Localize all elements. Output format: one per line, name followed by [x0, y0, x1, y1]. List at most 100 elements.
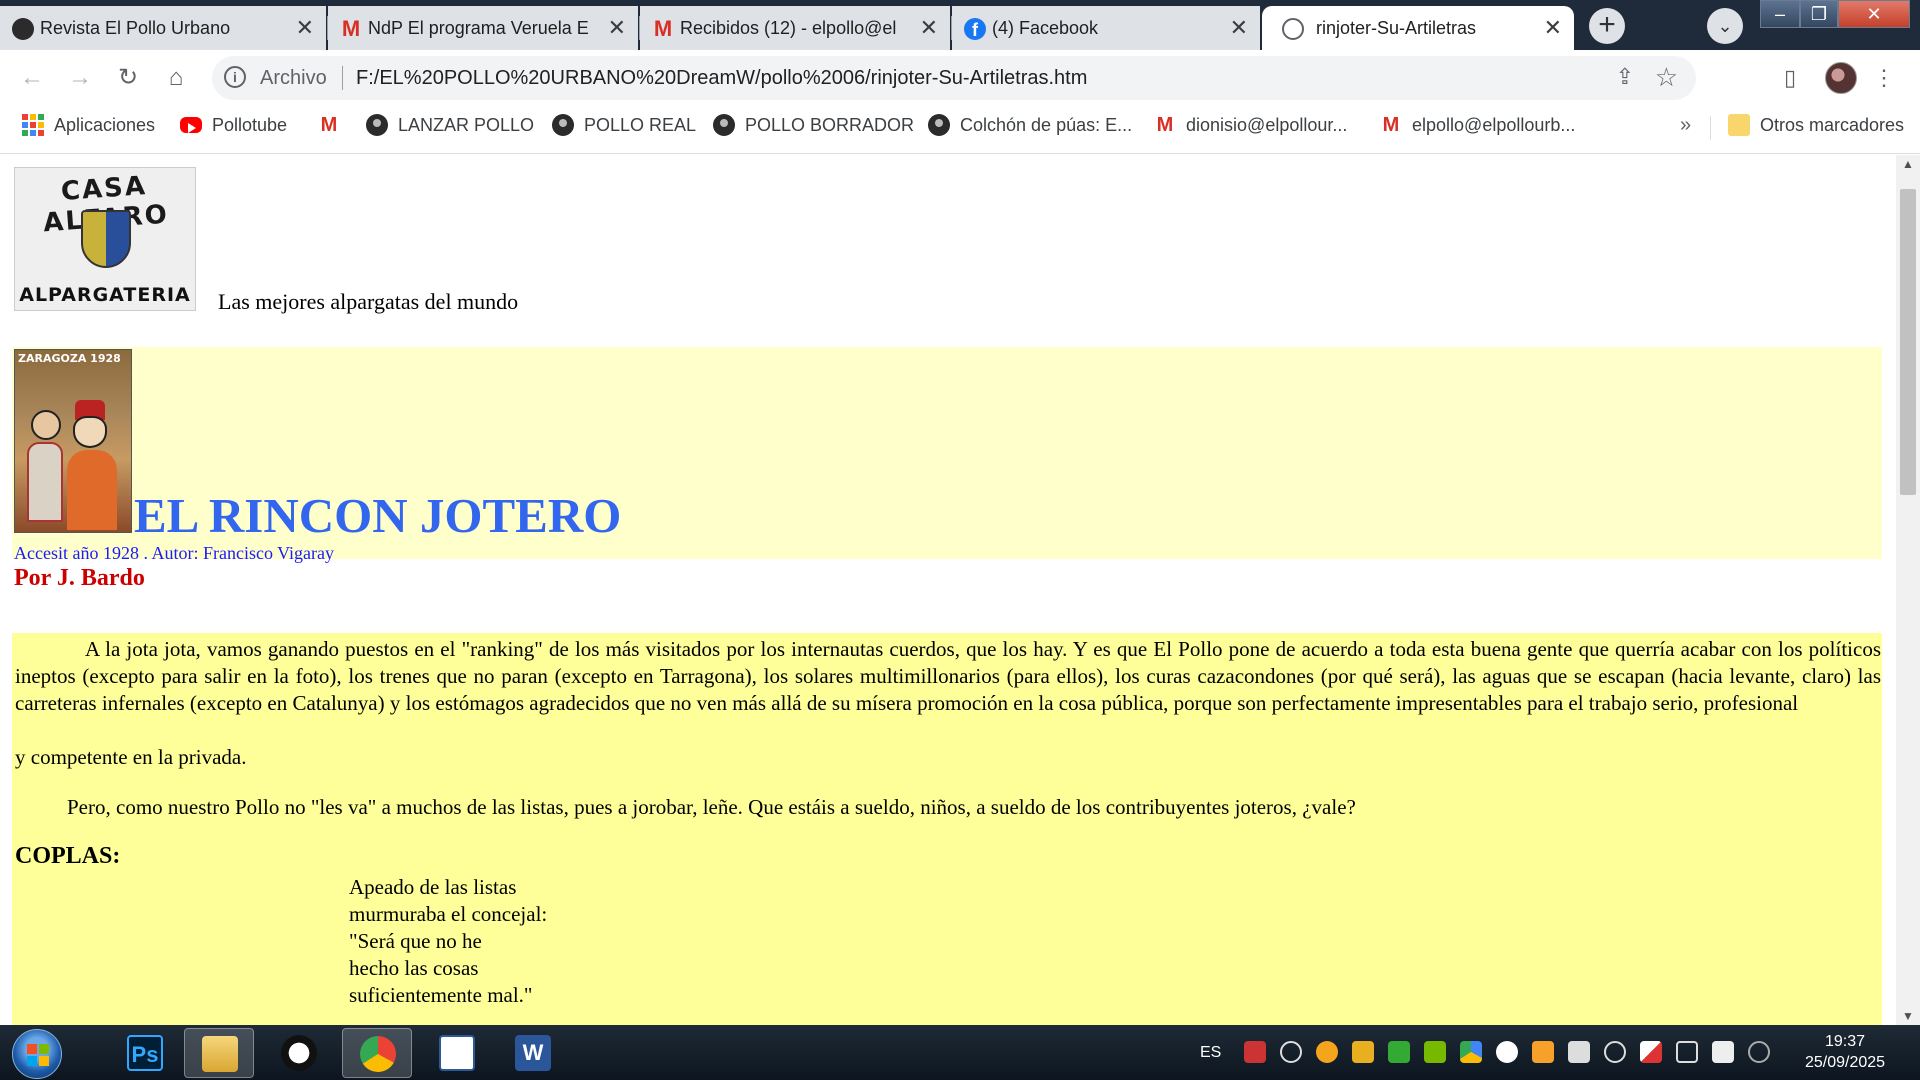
address-bar[interactable]: i Archivo F:/EL%20POLLO%20URBANO%20Dream… [212, 56, 1696, 100]
tab-search-button[interactable]: ⌄ [1707, 8, 1743, 44]
coplas-heading: COPLAS: [15, 843, 121, 869]
taskbar-app-photoshop[interactable]: Ps [110, 1028, 180, 1078]
chrome-icon [360, 1036, 396, 1072]
globe-icon [1282, 18, 1304, 40]
dark-circle-icon [552, 114, 574, 136]
gmail-icon: M [1382, 114, 1400, 136]
verse-line: murmuraba el concejal: [349, 902, 548, 926]
bookmark-colchon[interactable]: Colchón de púas: E... [928, 106, 1132, 144]
webcam-icon[interactable] [1748, 1041, 1770, 1063]
bookmark-label: Colchón de púas: E... [960, 115, 1133, 135]
tab-revista[interactable]: Revista El Pollo Urbano ✕ [0, 6, 326, 50]
folder-icon [202, 1036, 238, 1072]
app-tray-icon[interactable] [1388, 1041, 1410, 1063]
close-icon[interactable]: ✕ [1544, 6, 1562, 50]
casa-alfaro-logo: CASA ALFARO ALPARGATERIA [14, 167, 196, 311]
clock[interactable]: 19:37 25/09/2025 [1790, 1031, 1900, 1073]
reload-icon: ↻ [117, 64, 139, 91]
update-icon[interactable] [1316, 1041, 1338, 1063]
bookmark-other[interactable]: Otros marcadores [1728, 106, 1904, 144]
taskbar-app-chrome[interactable] [342, 1028, 412, 1078]
taskbar-app-calendar[interactable] [422, 1028, 492, 1078]
page-scrollbar[interactable]: ▲ ▼ [1896, 155, 1920, 1025]
bookmark-apps[interactable]: Aplicaciones [22, 106, 155, 144]
forward-button[interactable]: → [62, 60, 98, 96]
drive-icon[interactable] [1460, 1041, 1482, 1063]
office-icon[interactable] [1532, 1041, 1554, 1063]
arrow-right-icon: → [68, 64, 92, 91]
close-icon[interactable]: ✕ [1230, 6, 1248, 50]
display-icon[interactable] [1676, 1041, 1698, 1063]
side-panel-button[interactable]: ▯ [1772, 60, 1808, 96]
close-icon[interactable]: ✕ [608, 6, 626, 50]
bookmark-star-icon[interactable]: ☆ [1655, 62, 1678, 93]
panda-icon [281, 1035, 317, 1071]
url-text[interactable]: F:/EL%20POLLO%20URBANO%20DreamW/pollo%20… [356, 56, 1087, 100]
arrow-left-icon: ← [20, 64, 44, 91]
nvidia-icon[interactable] [1424, 1041, 1446, 1063]
article-paragraph-1-tail: y competente en la privada. [15, 745, 247, 769]
maximize-button[interactable]: ❐ [1800, 0, 1838, 28]
shield-icon [81, 210, 131, 268]
antivirus-icon[interactable] [1244, 1041, 1266, 1063]
tab-facebook[interactable]: f (4) Facebook ✕ [952, 6, 1260, 50]
tab-title: rinjoter-Su-Artiletras [1316, 18, 1477, 38]
network-strength-icon[interactable] [1352, 1041, 1374, 1063]
dark-circle-icon [366, 114, 388, 136]
close-icon[interactable]: ✕ [920, 6, 938, 50]
minimize-button[interactable]: – [1760, 0, 1800, 28]
taskbar-app-explorer[interactable] [184, 1028, 254, 1078]
volume-icon[interactable] [1712, 1041, 1734, 1063]
verse-block: Apeado de las listas murmuraba el concej… [349, 874, 547, 1009]
language-indicator[interactable]: ES [1200, 1025, 1221, 1080]
info-icon[interactable]: i [224, 66, 246, 88]
bookmark-dionisio[interactable]: M dionisio@elpollour... [1154, 106, 1348, 144]
facebook-icon: f [964, 18, 986, 40]
bookmark-pollotube[interactable]: Pollotube [180, 106, 287, 144]
reload-button[interactable]: ↻ [110, 60, 146, 96]
bookmarks-overflow-button[interactable]: » [1680, 106, 1691, 144]
bookmark-lanzar-pollo[interactable]: LANZAR POLLO [366, 106, 534, 144]
start-button[interactable] [12, 1029, 62, 1079]
poster-image: ZARAGOZA 1928 [14, 349, 132, 533]
page-title: EL RINCON JOTERO [134, 488, 622, 543]
settings-tray-icon[interactable] [1604, 1041, 1626, 1063]
logo-bottom-text: ALPARGATERIA [19, 284, 191, 306]
home-button[interactable]: ⌂ [158, 60, 194, 96]
taskbar-app-word[interactable]: W [498, 1028, 568, 1078]
tab-recibidos[interactable]: M Recibidos (12) - elpollo@el ✕ [640, 6, 950, 50]
bookmark-label: Aplicaciones [54, 115, 156, 135]
chevron-down-icon: ⌄ [1717, 16, 1733, 36]
close-icon[interactable]: ✕ [296, 6, 314, 50]
sync-icon[interactable] [1496, 1041, 1518, 1063]
scroll-down-arrow-icon[interactable]: ▼ [1896, 1009, 1920, 1023]
photoshop-icon: Ps [127, 1035, 163, 1071]
calendar-icon [439, 1035, 475, 1071]
usb-icon[interactable] [1568, 1041, 1590, 1063]
bookmark-gmail[interactable]: M [318, 106, 340, 144]
dark-circle-icon [928, 114, 950, 136]
profile-avatar[interactable] [1825, 62, 1857, 94]
windows-logo-icon [27, 1044, 49, 1066]
back-button[interactable]: ← [14, 60, 50, 96]
dark-circle-icon [713, 114, 735, 136]
menu-button[interactable]: ⋮ [1866, 60, 1902, 96]
globe-icon[interactable] [1280, 1041, 1302, 1063]
new-tab-button[interactable]: + [1589, 8, 1625, 44]
taskbar-app-panda[interactable] [264, 1028, 334, 1078]
folder-icon [1728, 114, 1750, 136]
bookmark-label: dionisio@elpollour... [1186, 115, 1348, 135]
dark-circle-icon [12, 18, 34, 40]
bookmark-pollo-real[interactable]: POLLO REAL [552, 106, 696, 144]
tab-ndp[interactable]: M NdP El programa Veruela E ✕ [328, 6, 638, 50]
share-icon[interactable]: ⇪ [1616, 64, 1634, 90]
bookmark-label: Otros marcadores [1760, 115, 1905, 135]
close-window-button[interactable]: ✕ [1838, 0, 1910, 28]
bookmark-elpollo[interactable]: M elpollo@elpollourb... [1380, 106, 1576, 144]
tab-title: Recibidos (12) - elpollo@el [680, 18, 897, 38]
scrollbar-thumb[interactable] [1900, 189, 1916, 495]
scroll-up-arrow-icon[interactable]: ▲ [1896, 157, 1920, 171]
tab-rinjoter[interactable]: rinjoter-Su-Artiletras ✕ [1262, 6, 1574, 50]
bookmark-pollo-borrador[interactable]: POLLO BORRADOR [713, 106, 914, 144]
action-center-flag-icon[interactable] [1640, 1041, 1662, 1063]
